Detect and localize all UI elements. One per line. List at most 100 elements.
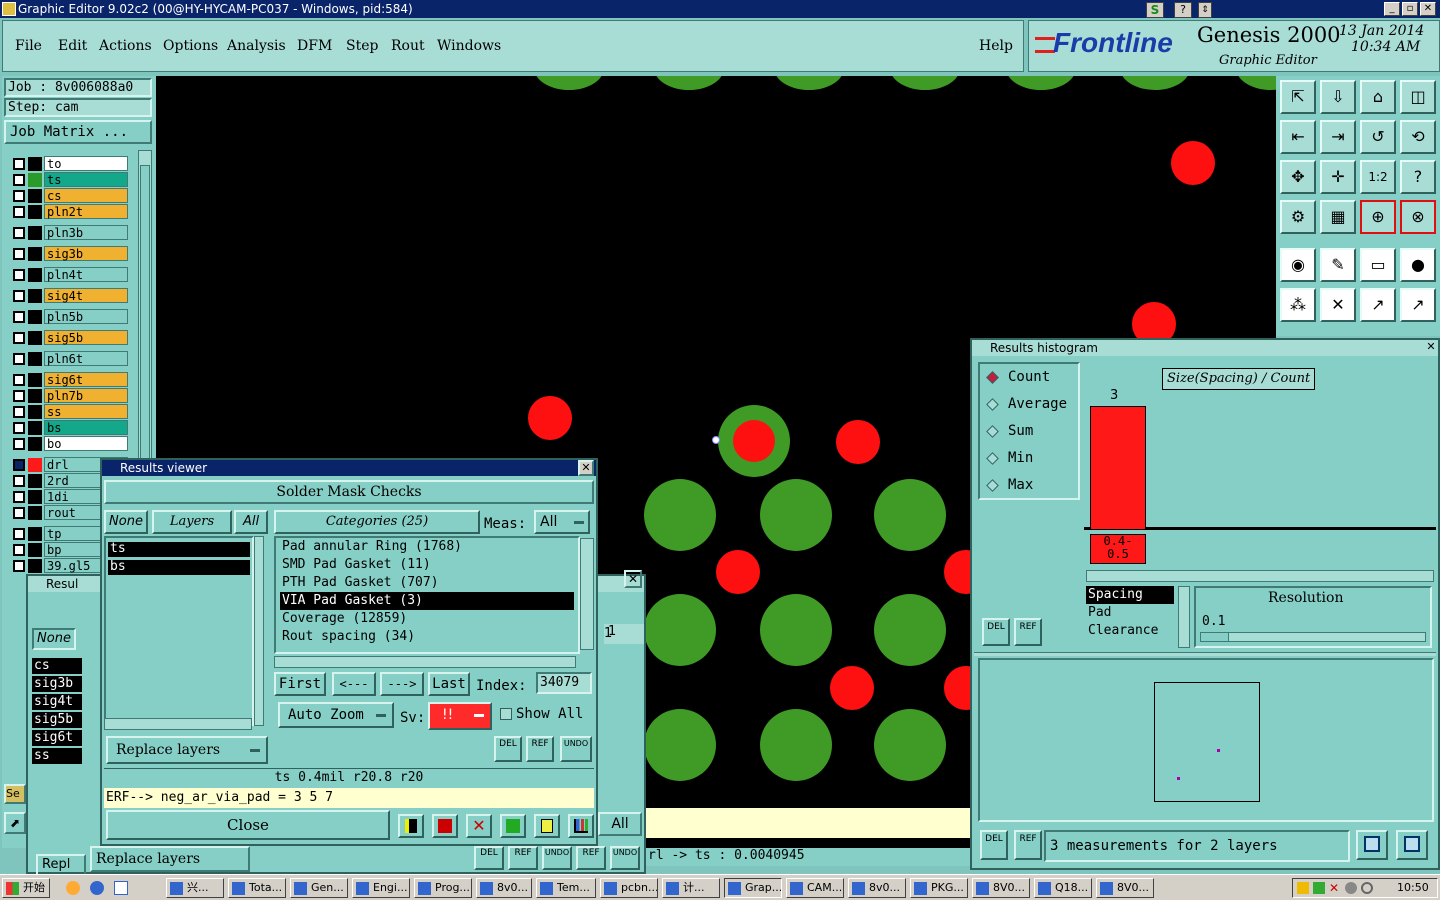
menu-file[interactable]: File bbox=[15, 38, 42, 54]
layer-checkbox[interactable] bbox=[13, 507, 25, 519]
action-icon-2[interactable] bbox=[432, 814, 458, 838]
layer-checkbox[interactable] bbox=[13, 528, 25, 540]
layer-checkbox[interactable] bbox=[13, 353, 25, 365]
categories-vscroll[interactable] bbox=[580, 538, 594, 650]
layers-all-button[interactable]: All bbox=[234, 510, 268, 534]
layer-checkbox[interactable] bbox=[13, 374, 25, 386]
layer-checkbox[interactable] bbox=[13, 491, 25, 503]
undo-view-button[interactable]: ↺ bbox=[1360, 120, 1396, 154]
histogram-bar[interactable] bbox=[1090, 406, 1146, 530]
layer-checkbox[interactable] bbox=[13, 475, 25, 487]
last-button[interactable]: Last bbox=[428, 672, 470, 696]
bg-ref-button[interactable]: REF bbox=[508, 846, 538, 870]
bg-dialog-close-button[interactable]: ✕ bbox=[624, 570, 642, 588]
layer-checkbox[interactable] bbox=[13, 422, 25, 434]
feature-button[interactable]: ◉ bbox=[1280, 248, 1316, 282]
bg-layer-item[interactable]: sig4t bbox=[32, 694, 82, 710]
layer-checkbox[interactable] bbox=[13, 544, 25, 556]
tray-icon[interactable] bbox=[1297, 882, 1309, 894]
undo-button[interactable]: UNDO bbox=[560, 736, 592, 762]
taskbar-item[interactable]: pcbn... bbox=[600, 878, 658, 898]
results-viewer-close-button[interactable]: ✕ bbox=[578, 460, 594, 476]
stat-option-min[interactable]: Min bbox=[980, 445, 1078, 472]
summary-del-button[interactable]: DEL bbox=[980, 830, 1008, 860]
taskbar-item[interactable]: 计... bbox=[662, 878, 720, 898]
bg-undo2-button[interactable]: UNDO bbox=[610, 846, 640, 870]
tray-icon[interactable]: ✕ bbox=[1329, 882, 1341, 894]
action-icon-3[interactable]: ✕ bbox=[466, 814, 492, 838]
taskbar-item[interactable]: 8V0... bbox=[1096, 878, 1154, 898]
category-item[interactable]: SMD Pad Gasket (11) bbox=[280, 556, 574, 574]
summary-icon-1[interactable] bbox=[1356, 830, 1388, 860]
first-button[interactable]: First bbox=[274, 672, 326, 696]
layer-name[interactable]: pln5b bbox=[44, 309, 128, 324]
close-window-button[interactable]: ✕ bbox=[1420, 2, 1436, 16]
net-button[interactable]: ⁂ bbox=[1280, 288, 1316, 322]
cross-button[interactable]: ✕ bbox=[1320, 288, 1356, 322]
category-item[interactable]: Pad annular Ring (1768) bbox=[280, 538, 574, 556]
bg-undo-button[interactable]: UNDO bbox=[542, 846, 572, 870]
layer-list-item-ts[interactable]: ts bbox=[108, 542, 250, 557]
bg-all-button[interactable]: All bbox=[598, 812, 642, 836]
menu-options[interactable]: Options bbox=[163, 38, 218, 54]
layer-checkbox[interactable] bbox=[13, 311, 25, 323]
menu-edit[interactable]: Edit bbox=[58, 38, 87, 54]
taskbar-item[interactable]: 8v0... bbox=[848, 878, 906, 898]
layer-row-sig3b[interactable]: sig3b bbox=[10, 246, 128, 262]
taskbar-item[interactable]: PKG... bbox=[910, 878, 968, 898]
quicklaunch-icon[interactable] bbox=[90, 881, 104, 895]
menu-rout[interactable]: Rout bbox=[391, 38, 425, 54]
preview-board[interactable] bbox=[1154, 682, 1260, 802]
next-button[interactable]: ---> bbox=[380, 672, 424, 696]
category-item[interactable]: VIA Pad Gasket (3) bbox=[280, 592, 574, 610]
taskbar-item[interactable]: Prog... bbox=[414, 878, 472, 898]
categories-button[interactable]: Categories (25) bbox=[274, 510, 480, 534]
layer-name[interactable]: pln4t bbox=[44, 267, 128, 282]
maximize-button[interactable]: ▫ bbox=[1402, 2, 1418, 16]
close-button[interactable]: Close bbox=[106, 810, 390, 840]
layer-name[interactable]: bs bbox=[44, 420, 128, 435]
taskbar-item[interactable]: 8v0... bbox=[476, 878, 532, 898]
show-all-checkbox[interactable] bbox=[500, 708, 512, 720]
layer-checkbox[interactable] bbox=[13, 406, 25, 418]
layer-checkbox[interactable] bbox=[13, 158, 25, 170]
layer-name[interactable]: to bbox=[44, 156, 128, 171]
grid-button[interactable]: ▦ bbox=[1320, 200, 1356, 234]
category-item[interactable]: Rout spacing (34) bbox=[280, 628, 574, 646]
layer-name[interactable]: sig3b bbox=[44, 246, 128, 261]
bg-replace-button[interactable]: Repl bbox=[36, 854, 86, 876]
menu-dfm[interactable]: DFM bbox=[297, 38, 332, 54]
layer-name[interactable]: pln6t bbox=[44, 351, 128, 366]
layer-row-ts[interactable]: ts bbox=[10, 172, 128, 188]
minimize-button[interactable]: _ bbox=[1384, 2, 1400, 16]
layer-row-pln4t[interactable]: pln4t bbox=[10, 267, 128, 283]
tray-arrow-icon[interactable]: ⇕ bbox=[1198, 2, 1212, 18]
settings-button[interactable]: ⚙ bbox=[1280, 200, 1316, 234]
histogram-hscroll[interactable] bbox=[1086, 570, 1434, 582]
tray-icon[interactable] bbox=[1313, 882, 1325, 894]
zoom-in-button[interactable]: ✥ bbox=[1280, 160, 1316, 194]
action-icon-5[interactable] bbox=[534, 814, 560, 838]
layer-checkbox[interactable] bbox=[13, 174, 25, 186]
category-pad[interactable]: Pad bbox=[1086, 604, 1174, 622]
scale-1-2-button[interactable]: 1:2 bbox=[1360, 160, 1396, 194]
ref-button[interactable]: REF bbox=[526, 736, 554, 762]
measure-button[interactable]: ⊕ bbox=[1360, 200, 1396, 234]
layer-checkbox[interactable] bbox=[13, 190, 25, 202]
layer-name[interactable]: cs bbox=[44, 188, 128, 203]
query-button[interactable]: ? bbox=[1400, 160, 1436, 194]
stat-option-max[interactable]: Max bbox=[980, 472, 1078, 499]
taskbar-item[interactable]: Grap... bbox=[724, 878, 782, 898]
ruler-button[interactable]: ▭ bbox=[1360, 248, 1396, 282]
layer-name[interactable]: ss bbox=[44, 404, 128, 419]
layer-row-to[interactable]: to bbox=[10, 156, 128, 172]
tray-help-icon[interactable]: ? bbox=[1174, 2, 1192, 18]
layer-row-pln5b[interactable]: pln5b bbox=[10, 309, 128, 325]
line-measure-button[interactable]: ↗ bbox=[1360, 288, 1396, 322]
zoom-out-button[interactable]: ✛ bbox=[1320, 160, 1356, 194]
histogram-close-button[interactable]: ✕ bbox=[1424, 340, 1438, 354]
layers-hscroll[interactable] bbox=[104, 718, 252, 730]
circle-button[interactable]: ● bbox=[1400, 248, 1436, 282]
hist-del-button[interactable]: DEL bbox=[982, 618, 1010, 646]
layer-checkbox[interactable] bbox=[13, 269, 25, 281]
